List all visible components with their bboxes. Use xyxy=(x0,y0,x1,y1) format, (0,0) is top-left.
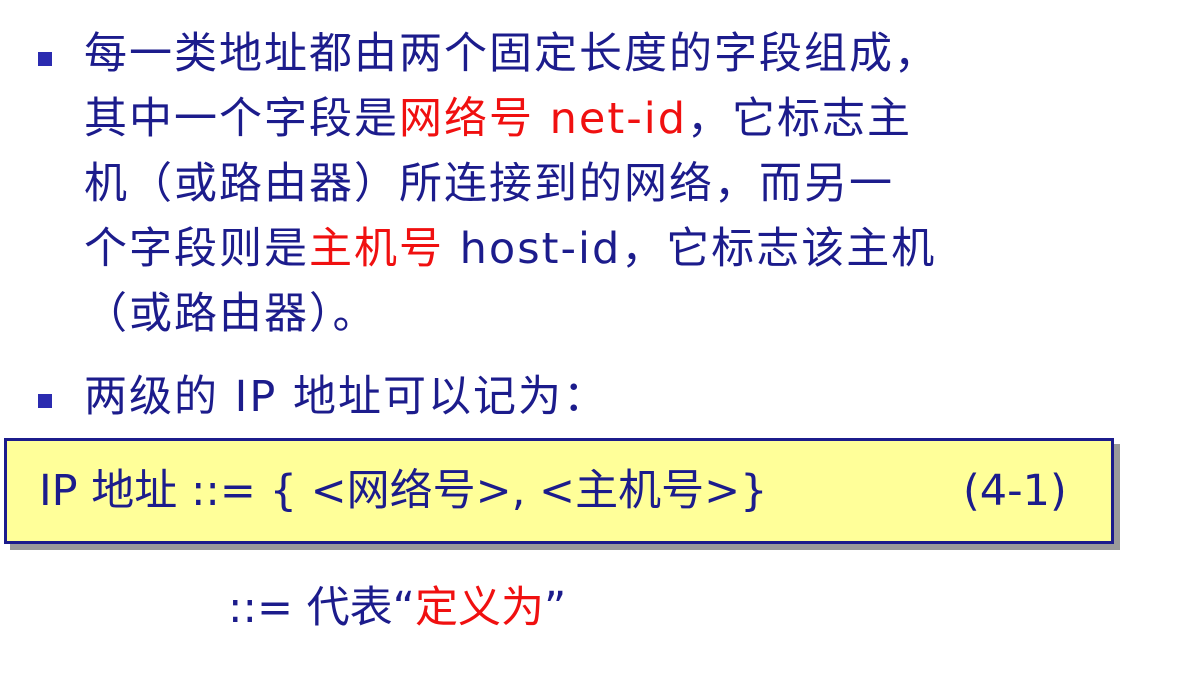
note-prefix: ::= 代表“ xyxy=(228,583,415,633)
net-id-term: 网络号 net-id xyxy=(399,94,687,144)
bullet-2-marker xyxy=(38,394,52,408)
bullet-1-line-2-end: ，它标志主 xyxy=(687,94,912,144)
definition-note: ::= 代表“定义为” xyxy=(228,578,566,638)
bullet-1-line-4-end: host-id，它标志该主机 xyxy=(444,224,937,274)
formula-box: IP 地址 ::= { <网络号>, <主机号>} (4-1) xyxy=(4,438,1114,544)
bullet-2-line: 两级的 IP 地址可以记为： xyxy=(84,372,608,422)
bullet-1-line-4-start: 个字段则是 xyxy=(84,224,309,274)
bullet-1-marker xyxy=(38,52,52,66)
host-id-term: 主机号 xyxy=(309,224,444,274)
bullet-1-line-3: 机（或路由器）所连接到的网络，而另一 xyxy=(84,159,894,209)
bullet-1-line-5: （或路由器）。 xyxy=(84,289,378,339)
note-highlight: 定义为 xyxy=(414,583,544,633)
formula-number: (4-1) xyxy=(963,466,1067,516)
slide: 每一类地址都由两个固定长度的字段组成， 其中一个字段是网络号 net-id，它标… xyxy=(0,0,1194,675)
bullet-1-line-1: 每一类地址都由两个固定长度的字段组成， xyxy=(84,29,939,79)
bullet-1-line-2: 其中一个字段是网络号 net-id，它标志主 xyxy=(84,87,939,152)
bullet-2-paragraph: 两级的 IP 地址可以记为： xyxy=(84,365,608,430)
bullet-1-line-2-start: 其中一个字段是 xyxy=(84,94,399,144)
note-suffix: ” xyxy=(543,583,567,633)
formula-expression: IP 地址 ::= { <网络号>, <主机号>} xyxy=(39,466,768,516)
bullet-1-paragraph: 每一类地址都由两个固定长度的字段组成， 其中一个字段是网络号 net-id，它标… xyxy=(84,22,939,347)
bullet-1-line-4: 个字段则是主机号 host-id，它标志该主机 xyxy=(84,217,939,282)
